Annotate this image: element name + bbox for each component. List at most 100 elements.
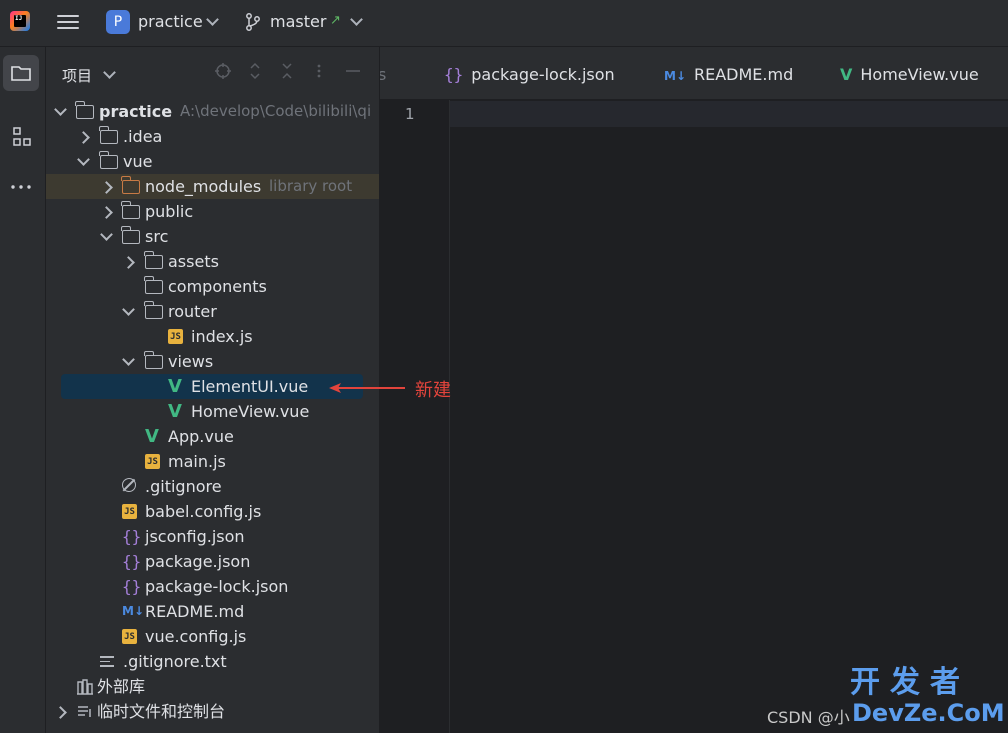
tree-item-label: views	[168, 352, 214, 371]
tree-item[interactable]: src	[46, 224, 379, 249]
tree-item[interactable]: {} package-lock.json	[46, 574, 379, 599]
current-line-highlight	[450, 101, 1008, 127]
tree-item-label: src	[145, 227, 169, 246]
tree-item-hint: A:\develop\Code\bilibili\qi	[180, 102, 372, 120]
json-file-icon: {}	[122, 552, 142, 571]
tree-item[interactable]: practice A:\develop\Code\bilibili\qi	[46, 99, 379, 124]
branch-selector[interactable]: master	[270, 12, 326, 31]
tree-item-label: components	[168, 277, 267, 296]
tree-item[interactable]: components	[46, 274, 379, 299]
js-file-icon: JS	[168, 329, 183, 344]
tree-item-label: babel.config.js	[145, 502, 262, 521]
expand-all-icon[interactable]	[248, 62, 262, 80]
folder-icon	[99, 126, 118, 144]
tree-item[interactable]: JS main.js	[46, 449, 379, 474]
project-selector[interactable]: practice	[138, 12, 203, 31]
branch-outgoing-arrow-icon: ↗	[330, 13, 341, 28]
editor-tabs: s {}package-lock.json M↓README.md VHomeV…	[380, 47, 1008, 100]
json-file-icon: {}	[444, 65, 464, 84]
collapse-all-icon[interactable]	[280, 62, 294, 80]
tree-item[interactable]: router	[46, 299, 379, 324]
tree-item-hint: library root	[269, 177, 353, 195]
tree-item[interactable]: JS vue.config.js	[46, 624, 379, 649]
tree-item[interactable]: views	[46, 349, 379, 374]
chevron-down-icon[interactable]	[122, 353, 135, 366]
tree-item-label: index.js	[191, 327, 253, 346]
tab-homeview-vue[interactable]: V HomeView.vue	[840, 65, 979, 84]
devze-watermark-en: DevZe.CoM	[852, 699, 1005, 727]
more-tools-button[interactable]	[3, 169, 39, 205]
csdn-watermark: CSDN @小	[767, 708, 850, 727]
tree-item-label: router	[168, 302, 217, 321]
text-file-icon	[100, 656, 114, 668]
tree-item[interactable]: 外部库	[46, 674, 379, 699]
chevron-down-icon[interactable]	[206, 13, 219, 26]
chevron-down-icon[interactable]	[100, 228, 113, 241]
gitignore-icon	[122, 478, 136, 492]
tree-item[interactable]: .idea	[46, 124, 379, 149]
tree-item-label: main.js	[168, 452, 226, 471]
chevron-right-icon[interactable]	[100, 206, 113, 219]
tree-item[interactable]: {} jsconfig.json	[46, 524, 379, 549]
main-menu-icon[interactable]	[57, 12, 79, 32]
tree-item[interactable]: JS index.js	[46, 324, 379, 349]
tree-item[interactable]: 临时文件和控制台	[46, 699, 379, 724]
hide-panel-icon[interactable]	[344, 62, 362, 80]
chevron-down-icon[interactable]	[103, 66, 116, 79]
chevron-right-icon[interactable]	[122, 256, 135, 269]
tab-package-lock-json[interactable]: {} package-lock.json	[444, 65, 615, 84]
tree-item[interactable]: assets	[46, 249, 379, 274]
tree-item-label: .gitignore.txt	[123, 652, 227, 671]
tree-item[interactable]: V HomeView.vue	[46, 399, 379, 424]
folder-icon	[144, 276, 163, 294]
js-file-icon: JS	[122, 504, 137, 519]
vue-file-icon: V	[168, 401, 182, 422]
tree-item[interactable]: public	[46, 199, 379, 224]
tree-item[interactable]: {} package.json	[46, 549, 379, 574]
git-branch-icon	[246, 13, 260, 31]
project-panel-header: 项目	[46, 47, 379, 99]
structure-tool-button[interactable]	[3, 119, 39, 155]
tree-item[interactable]: M↓ README.md	[46, 599, 379, 624]
locate-icon[interactable]	[214, 62, 232, 80]
tree-item-label: assets	[168, 252, 219, 271]
annotation-arrow-icon	[329, 383, 405, 393]
editor-area[interactable]	[450, 127, 1008, 733]
folder-icon	[144, 351, 163, 369]
tree-item[interactable]: node_modules library root	[46, 174, 379, 199]
tree-item-label: App.vue	[168, 427, 234, 446]
tab-readme-md[interactable]: M↓ README.md	[664, 65, 793, 84]
external-libraries-icon	[76, 678, 94, 695]
chevron-right-icon[interactable]	[77, 131, 90, 144]
tree-item[interactable]: vue	[46, 149, 379, 174]
project-tool-button[interactable]	[3, 55, 39, 91]
tree-item-label: node_modules	[145, 177, 262, 196]
project-badge[interactable]: P	[106, 10, 130, 34]
chevron-down-icon[interactable]	[122, 303, 135, 316]
tree-item-label: 外部库	[97, 677, 146, 696]
tree-item[interactable]: .gitignore	[46, 474, 379, 499]
tree-item[interactable]: JS babel.config.js	[46, 499, 379, 524]
tree-item-label: ElementUI.vue	[191, 377, 309, 396]
structure-icon	[13, 127, 31, 146]
tree-item[interactable]: V App.vue	[46, 424, 379, 449]
chevron-down-icon[interactable]	[54, 103, 67, 116]
vue-file-icon: V	[840, 65, 853, 84]
panel-title[interactable]: 项目	[62, 65, 92, 86]
tree-item-label: .gitignore	[145, 477, 222, 496]
tree-item-label: README.md	[145, 602, 245, 621]
line-number: 1	[405, 105, 415, 123]
chevron-down-icon[interactable]	[350, 13, 363, 26]
chevron-right-icon[interactable]	[54, 706, 67, 719]
options-icon[interactable]	[316, 62, 322, 80]
tree-item-label: 临时文件和控制台	[97, 702, 226, 721]
chevron-right-icon[interactable]	[100, 181, 113, 194]
markdown-file-icon: M↓	[122, 604, 144, 618]
chevron-down-icon[interactable]	[77, 153, 90, 166]
tree-item-label: .idea	[123, 127, 163, 146]
tree-item[interactable]: .gitignore.txt	[46, 649, 379, 674]
tab-partial[interactable]: s	[380, 65, 386, 84]
folder-icon	[144, 301, 163, 319]
title-bar: IJ P practice master ↗	[0, 0, 1008, 47]
ide-logo-icon: IJ	[10, 11, 30, 31]
